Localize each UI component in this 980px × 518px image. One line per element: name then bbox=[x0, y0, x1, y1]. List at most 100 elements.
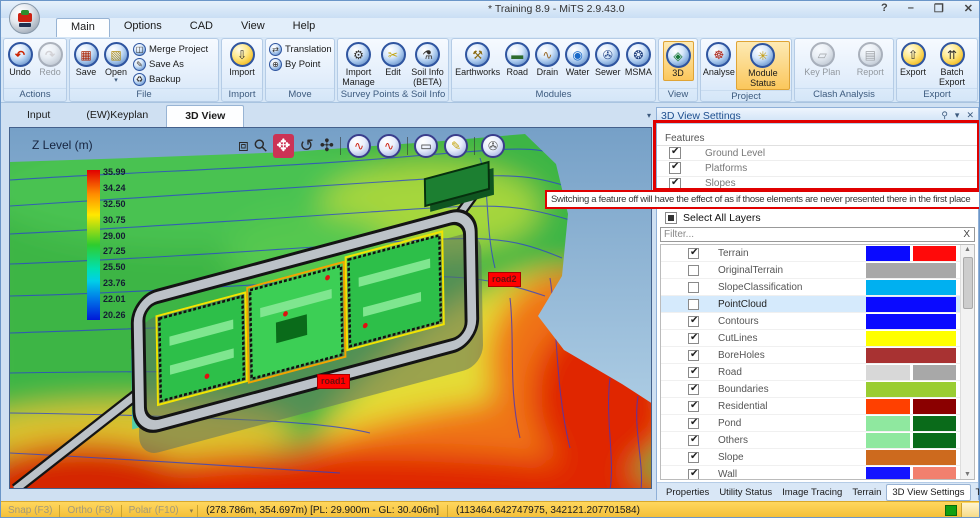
color-swatch[interactable] bbox=[866, 313, 956, 329]
color-swatch[interactable] bbox=[866, 245, 910, 261]
menu-tab-options[interactable]: Options bbox=[110, 18, 176, 37]
snapshot-icon[interactable]: ✇ bbox=[481, 134, 506, 158]
road-button[interactable]: ▬ Road bbox=[502, 41, 532, 79]
feature-row-ground-level[interactable]: Ground Level bbox=[657, 146, 978, 162]
color-swatch[interactable] bbox=[912, 398, 956, 414]
zoom-extents-icon[interactable]: ✣ bbox=[320, 134, 334, 158]
scroll-up-icon[interactable]: ▲ bbox=[964, 246, 971, 253]
rotate-icon[interactable]: ↺ bbox=[300, 134, 314, 158]
msma-button[interactable]: ❂ MSMA bbox=[623, 41, 654, 79]
earthworks-button[interactable]: ⚒ Earthworks bbox=[453, 41, 502, 79]
color-swatch[interactable] bbox=[866, 279, 956, 295]
color-swatch[interactable] bbox=[866, 398, 910, 414]
contour-a-icon[interactable]: ∿ bbox=[347, 134, 372, 158]
batch-export-button[interactable]: ⇈ Batch Export bbox=[928, 41, 976, 88]
undo-button[interactable]: ↶ Undo bbox=[5, 41, 35, 79]
zoom-icon[interactable]: ⚲ bbox=[250, 134, 272, 158]
color-swatch[interactable] bbox=[912, 364, 956, 380]
color-swatch[interactable] bbox=[866, 296, 956, 312]
export-button[interactable]: ⇧ Export bbox=[898, 41, 928, 79]
layer-row-boundaries[interactable]: Boundaries bbox=[661, 381, 974, 398]
sewer-button[interactable]: ✇ Sewer bbox=[593, 41, 623, 79]
ortho-toggle[interactable]: Ortho (F8) bbox=[60, 505, 120, 516]
ground-level-checkbox[interactable] bbox=[669, 146, 681, 160]
tab-terrain[interactable]: Terrain bbox=[847, 485, 886, 500]
layer-filter-input[interactable]: Filter... X bbox=[660, 227, 975, 242]
layer-list[interactable]: Terrain OriginalTerrain SlopeClassificat… bbox=[660, 244, 975, 480]
open-dropdown-icon[interactable]: ▾ bbox=[114, 77, 118, 84]
translation-button[interactable]: ⇄ Translation bbox=[269, 43, 332, 56]
layer-row-boreholes[interactable]: BoreHoles bbox=[661, 347, 974, 364]
feature-row-platforms[interactable]: Platforms bbox=[657, 161, 978, 177]
key-plan-button[interactable]: ▱ Key Plan bbox=[802, 41, 842, 79]
close-button[interactable]: ✕ bbox=[964, 2, 973, 15]
layer-row-pointcloud[interactable]: PointCloud bbox=[661, 296, 974, 313]
3d-button[interactable]: ◈ 3D bbox=[662, 41, 694, 81]
zoom-window-icon[interactable]: ⧈ bbox=[238, 134, 249, 158]
backup-button[interactable]: ♻ Backup bbox=[133, 73, 208, 86]
open-button[interactable]: ▧ Open ▾ bbox=[101, 41, 131, 84]
menu-tab-main[interactable]: Main bbox=[56, 18, 110, 37]
redo-button[interactable]: ↷ Redo bbox=[35, 41, 65, 79]
color-swatch[interactable] bbox=[912, 245, 956, 261]
filter-clear-button[interactable]: X bbox=[963, 229, 970, 240]
module-status-button[interactable]: ✳ Module Status bbox=[735, 41, 790, 91]
by-point-button[interactable]: ⊕ By Point bbox=[269, 58, 332, 71]
save-as-button[interactable]: ✎ Save As bbox=[133, 58, 208, 71]
drain-button[interactable]: ∿ Drain bbox=[532, 41, 562, 79]
app-logo-icon[interactable] bbox=[9, 3, 40, 34]
layer-row-slope[interactable]: Slope bbox=[661, 449, 974, 466]
tab-properties[interactable]: Properties bbox=[661, 485, 714, 500]
import-manage-button[interactable]: ⚙ Import Manage bbox=[339, 41, 378, 88]
color-swatch[interactable] bbox=[912, 432, 956, 448]
color-swatch[interactable] bbox=[866, 449, 956, 465]
layer-row-pond[interactable]: Pond bbox=[661, 415, 974, 432]
polar-toggle[interactable]: Polar (F10) bbox=[122, 505, 186, 516]
layer-row-cutlines[interactable]: CutLines bbox=[661, 330, 974, 347]
analyse-button[interactable]: ☸ Analyse bbox=[702, 41, 736, 79]
statusbar-dropdown-icon[interactable]: ▾ bbox=[186, 507, 198, 515]
tab-input[interactable]: Input bbox=[9, 105, 68, 127]
color-swatch[interactable] bbox=[866, 381, 956, 397]
panel-close-icon[interactable]: ✕ bbox=[966, 110, 974, 121]
contour-b-icon[interactable]: ∿ bbox=[377, 134, 402, 158]
menu-tab-view[interactable]: View bbox=[227, 18, 279, 37]
tab-tracing[interactable]: Tracing bbox=[971, 485, 979, 500]
layer-list-scrollbar[interactable]: ▲ ▼ bbox=[960, 245, 974, 479]
restore-button[interactable]: ❐ bbox=[934, 2, 944, 15]
platforms-checkbox[interactable] bbox=[669, 161, 681, 175]
soil-info-button[interactable]: ⚗ Soil Info (BETA) bbox=[408, 41, 447, 88]
color-swatch[interactable] bbox=[866, 466, 910, 479]
merge-project-button[interactable]: ◫ Merge Project bbox=[133, 43, 208, 56]
tab-image-tracing[interactable]: Image Tracing bbox=[777, 485, 847, 500]
color-swatch[interactable] bbox=[866, 347, 956, 363]
layer-row-slopeclassification[interactable]: SlopeClassification bbox=[661, 279, 974, 296]
color-swatch[interactable] bbox=[866, 364, 910, 380]
crop-icon[interactable]: ▭ bbox=[414, 134, 439, 158]
tab-3d-view-settings[interactable]: 3D View Settings bbox=[886, 483, 971, 501]
snap-toggle[interactable]: Snap (F3) bbox=[1, 505, 59, 516]
pin-icon[interactable]: ⚲ bbox=[941, 110, 948, 121]
color-swatch[interactable] bbox=[866, 330, 956, 346]
edit-button[interactable]: ✂ Edit bbox=[378, 41, 408, 79]
menu-tab-cad[interactable]: CAD bbox=[176, 18, 227, 37]
layer-row-terrain[interactable]: Terrain bbox=[661, 245, 974, 262]
save-button[interactable]: ▦ Save bbox=[71, 41, 101, 79]
annotate-icon[interactable]: ✎ bbox=[444, 134, 469, 158]
collapse-icon[interactable]: ▾ bbox=[955, 110, 960, 121]
color-swatch[interactable] bbox=[866, 432, 910, 448]
pan-icon[interactable]: ✥ bbox=[273, 134, 294, 158]
color-swatch[interactable] bbox=[912, 415, 956, 431]
menu-tab-help[interactable]: Help bbox=[279, 18, 330, 37]
tab-utility-status[interactable]: Utility Status bbox=[714, 485, 777, 500]
tab-ew-keyplan[interactable]: (EW)Keyplan bbox=[68, 105, 166, 127]
layer-row-contours[interactable]: Contours bbox=[661, 313, 974, 330]
layer-row-others[interactable]: Others bbox=[661, 432, 974, 449]
slopes-checkbox[interactable] bbox=[669, 177, 681, 190]
import-button[interactable]: ⇩ Import bbox=[227, 41, 257, 79]
scrollbar-thumb[interactable] bbox=[963, 257, 973, 309]
water-button[interactable]: ◉ Water bbox=[563, 41, 593, 79]
color-swatch[interactable] bbox=[866, 262, 956, 278]
resize-grip[interactable] bbox=[961, 502, 979, 517]
select-all-layers-row[interactable]: Select All Layers bbox=[657, 210, 978, 225]
